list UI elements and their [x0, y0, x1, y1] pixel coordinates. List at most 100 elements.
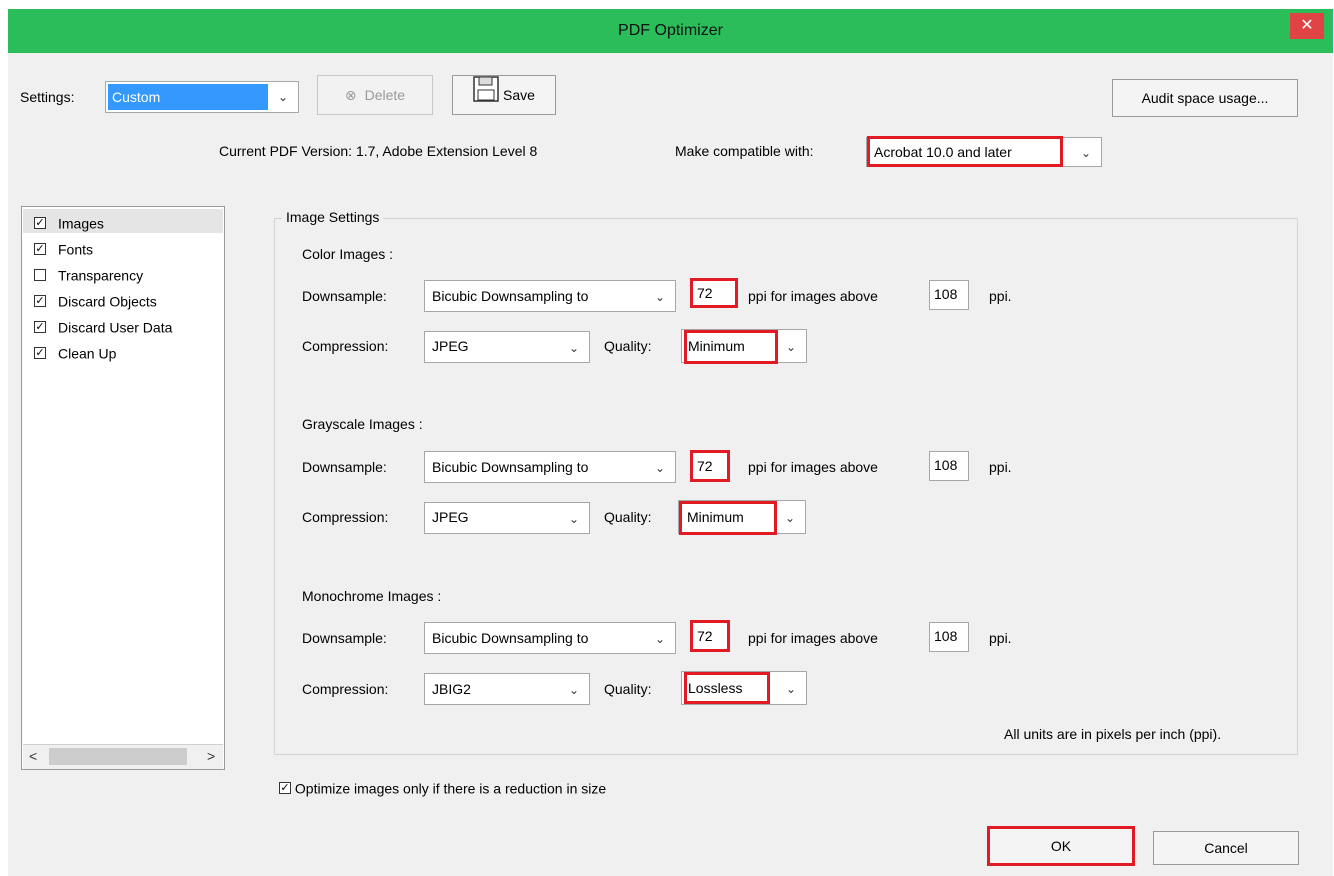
sidebar-item-label: Fonts: [58, 241, 94, 258]
grayscale-images-heading: Grayscale Images :: [302, 416, 423, 432]
sidebar-item-images[interactable]: ✓ Images: [34, 214, 104, 231]
ok-button[interactable]: OK: [987, 826, 1135, 866]
check-icon: ✓: [35, 321, 45, 334]
mono-compression-value: JBIG2: [432, 681, 471, 697]
grayscale-ppi-label: ppi.: [989, 459, 1012, 475]
sidebar-item-label: Images: [58, 215, 104, 232]
check-icon: ✓: [35, 217, 45, 230]
checkbox-icon[interactable]: ✓: [34, 243, 46, 256]
mono-ppi-above-label: ppi for images above: [748, 630, 878, 646]
checkbox-icon: ✓: [279, 782, 291, 795]
grayscale-quality-label: Quality:: [604, 509, 652, 525]
sidebar-item-discard-user-data[interactable]: ✓ Discard User Data: [34, 318, 172, 335]
checkbox-icon[interactable]: [34, 269, 46, 282]
sidebar-item-transparency[interactable]: Transparency: [34, 266, 143, 283]
sidebar-item-label: Discard Objects: [58, 293, 157, 310]
sidebar-item-clean-up[interactable]: ✓ Clean Up: [34, 344, 116, 361]
chevron-down-icon: ⌄: [654, 290, 666, 304]
grayscale-ppi-input[interactable]: 72: [690, 450, 730, 482]
horizontal-scrollbar[interactable]: < >: [23, 744, 223, 769]
grayscale-ppi-above-label: ppi for images above: [748, 459, 878, 475]
chevron-down-icon: ⌄: [654, 632, 666, 646]
grayscale-quality-dropdown[interactable]: Minimum ⌄: [678, 500, 806, 535]
chevron-down-icon: ⌄: [785, 340, 797, 354]
grayscale-compression-value: JPEG: [432, 509, 469, 525]
color-ppi-label: ppi.: [989, 288, 1012, 304]
chevron-down-icon: ⌄: [654, 461, 666, 475]
grayscale-downsample-value: Bicubic Downsampling to: [432, 459, 589, 475]
color-quality-label: Quality:: [604, 338, 652, 354]
sidebar-item-label: Clean Up: [58, 345, 117, 362]
chevron-down-icon: ⌄: [277, 90, 289, 104]
chevron-down-icon: ⌄: [785, 682, 797, 696]
mono-downsample-dropdown[interactable]: Bicubic Downsampling to ⌄: [424, 622, 676, 654]
settings-label: Settings:: [20, 89, 75, 105]
chevron-down-icon: ⌄: [568, 683, 580, 697]
grayscale-downsample-dropdown[interactable]: Bicubic Downsampling to ⌄: [424, 451, 676, 483]
audit-space-usage-button[interactable]: Audit space usage...: [1112, 79, 1298, 117]
scroll-right-icon[interactable]: >: [207, 748, 215, 764]
mono-compression-dropdown[interactable]: JBIG2 ⌄: [424, 673, 590, 705]
chevron-down-icon: ⌄: [568, 341, 580, 355]
grayscale-compression-dropdown[interactable]: JPEG ⌄: [424, 502, 590, 534]
sidebar-item-fonts[interactable]: ✓ Fonts: [34, 240, 93, 257]
mono-above-input[interactable]: 108: [929, 622, 969, 652]
mono-compression-label: Compression:: [302, 681, 389, 697]
color-downsample-label: Downsample:: [302, 288, 387, 304]
sidebar-item-discard-objects[interactable]: ✓ Discard Objects: [34, 292, 157, 309]
optimize-reduction-label: Optimize images only if there is a reduc…: [294, 780, 607, 797]
top-strip: [0, 0, 1334, 9]
optimize-reduction-checkbox[interactable]: ✓ Optimize images only if there is a red…: [279, 779, 606, 796]
mono-ppi-label: ppi.: [989, 630, 1012, 646]
delete-label: Delete: [364, 87, 406, 103]
current-pdf-version: Current PDF Version: 1.7, Adobe Extensio…: [219, 143, 538, 159]
monochrome-images-heading: Monochrome Images :: [302, 588, 442, 604]
check-icon: ✓: [35, 347, 45, 360]
mono-ppi-input[interactable]: 72: [690, 620, 730, 652]
window-title: PDF Optimizer: [618, 22, 723, 39]
delete-icon: ⊗: [344, 87, 357, 103]
cancel-button[interactable]: Cancel: [1153, 831, 1299, 865]
sidebar-item-label: Transparency: [58, 267, 144, 284]
checkbox-icon[interactable]: ✓: [34, 217, 46, 230]
compat-dropdown[interactable]: Acrobat 10.0 and later ⌄: [866, 136, 1102, 167]
units-note: All units are in pixels per inch (ppi).: [1004, 726, 1222, 742]
check-icon: ✓: [280, 782, 290, 795]
save-icon: [473, 76, 499, 116]
mono-downsample-label: Downsample:: [302, 630, 387, 646]
color-ppi-above-label: ppi for images above: [748, 288, 878, 304]
checkbox-icon[interactable]: ✓: [34, 321, 46, 334]
color-compression-label: Compression:: [302, 338, 389, 354]
checkbox-icon[interactable]: ✓: [34, 295, 46, 308]
settings-dropdown[interactable]: Custom ⌄: [105, 81, 299, 113]
grayscale-quality-value: Minimum: [687, 509, 744, 525]
compat-value: Acrobat 10.0 and later: [874, 144, 1012, 160]
color-ppi-input[interactable]: 72: [690, 278, 738, 308]
scroll-left-icon[interactable]: <: [29, 748, 37, 764]
check-icon: ✓: [35, 243, 45, 256]
color-above-input[interactable]: 108: [929, 280, 969, 310]
grayscale-compression-label: Compression:: [302, 509, 389, 525]
compat-label: Make compatible with:: [675, 143, 814, 159]
sidebar-item-label: Discard User Data: [58, 319, 173, 336]
color-downsample-value: Bicubic Downsampling to: [432, 288, 589, 304]
save-button[interactable]: Save: [452, 75, 556, 115]
color-quality-dropdown[interactable]: Minimum ⌄: [681, 329, 807, 364]
color-downsample-dropdown[interactable]: Bicubic Downsampling to ⌄: [424, 280, 676, 312]
close-icon: ✕: [1300, 17, 1314, 34]
scrollbar-thumb[interactable]: [49, 748, 187, 765]
delete-button[interactable]: ⊗ Delete: [317, 75, 433, 115]
grayscale-above-input[interactable]: 108: [929, 451, 969, 481]
image-settings-title: Image Settings: [282, 209, 384, 225]
color-images-heading: Color Images :: [302, 246, 394, 262]
settings-value: Custom: [112, 89, 161, 105]
checkbox-icon[interactable]: ✓: [34, 347, 46, 360]
mono-quality-label: Quality:: [604, 681, 652, 697]
mono-downsample-value: Bicubic Downsampling to: [432, 630, 589, 646]
mono-quality-dropdown[interactable]: Lossless ⌄: [681, 671, 807, 705]
grayscale-downsample-label: Downsample:: [302, 459, 387, 475]
color-compression-dropdown[interactable]: JPEG ⌄: [424, 331, 590, 363]
category-list[interactable]: ✓ Images ✓ Fonts Transparency ✓ Discard Object…: [21, 206, 225, 770]
close-button[interactable]: ✕: [1290, 13, 1324, 39]
mono-quality-value: Lossless: [688, 680, 743, 696]
